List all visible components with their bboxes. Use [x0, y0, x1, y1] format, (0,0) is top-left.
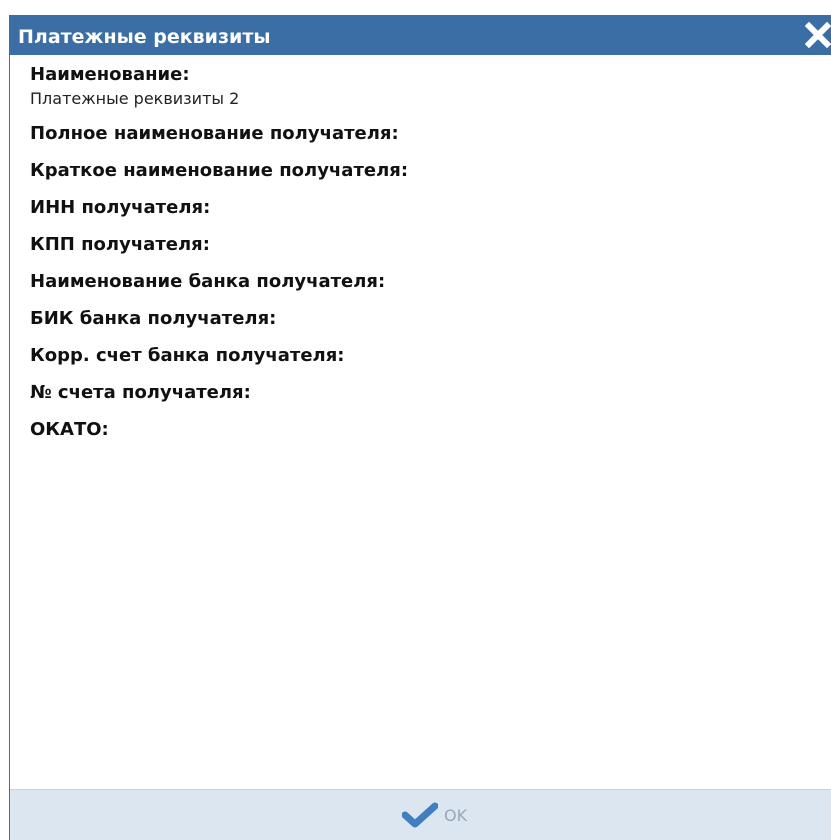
- field-label: ОКАТО:: [30, 419, 109, 440]
- field-name: Наименование: Платежные реквизиты 2: [30, 63, 821, 115]
- ok-label: OK: [444, 805, 468, 825]
- field-short-recipient-name: Краткое наименование получателя:: [30, 152, 821, 189]
- field-recipient-bank-name: Наименование банка получателя:: [30, 263, 821, 300]
- field-label: Корр. счет банка получателя:: [30, 345, 345, 366]
- field-okato: ОКАТО:: [30, 411, 821, 448]
- field-recipient-bank-corr-account: Корр. счет банка получателя:: [30, 337, 821, 374]
- field-label: № счета получателя:: [30, 382, 251, 403]
- ok-button[interactable]: OK: [401, 800, 468, 830]
- field-label: Наименование банка получателя:: [30, 271, 386, 292]
- field-label: КПП получателя:: [30, 234, 210, 255]
- field-recipient-inn: ИНН получателя:: [30, 189, 821, 226]
- field-label: ИНН получателя:: [30, 197, 211, 218]
- dialog-title: Платежные реквизиты: [18, 26, 271, 48]
- field-full-recipient-name: Полное наименование получателя:: [30, 115, 821, 152]
- field-recipient-bank-bik: БИК банка получателя:: [30, 300, 821, 337]
- field-recipient-kpp: КПП получателя:: [30, 226, 821, 263]
- payment-details-dialog: Платежные реквизиты Наименование: Платеж…: [9, 15, 831, 840]
- field-value: Платежные реквизиты 2: [30, 89, 240, 108]
- close-icon[interactable]: [804, 21, 831, 49]
- field-label: Наименование:: [30, 64, 190, 85]
- field-recipient-account-number: № счета получателя:: [30, 374, 821, 411]
- field-label: БИК банка получателя:: [30, 308, 277, 329]
- field-label: Краткое наименование получателя:: [30, 160, 409, 181]
- field-label: Полное наименование получателя:: [30, 123, 399, 144]
- dialog-titlebar: Платежные реквизиты: [10, 15, 831, 55]
- dialog-footer: OK: [10, 789, 831, 840]
- details-content: Наименование: Платежные реквизиты 2 Полн…: [30, 63, 821, 448]
- checkmark-icon: [401, 802, 439, 828]
